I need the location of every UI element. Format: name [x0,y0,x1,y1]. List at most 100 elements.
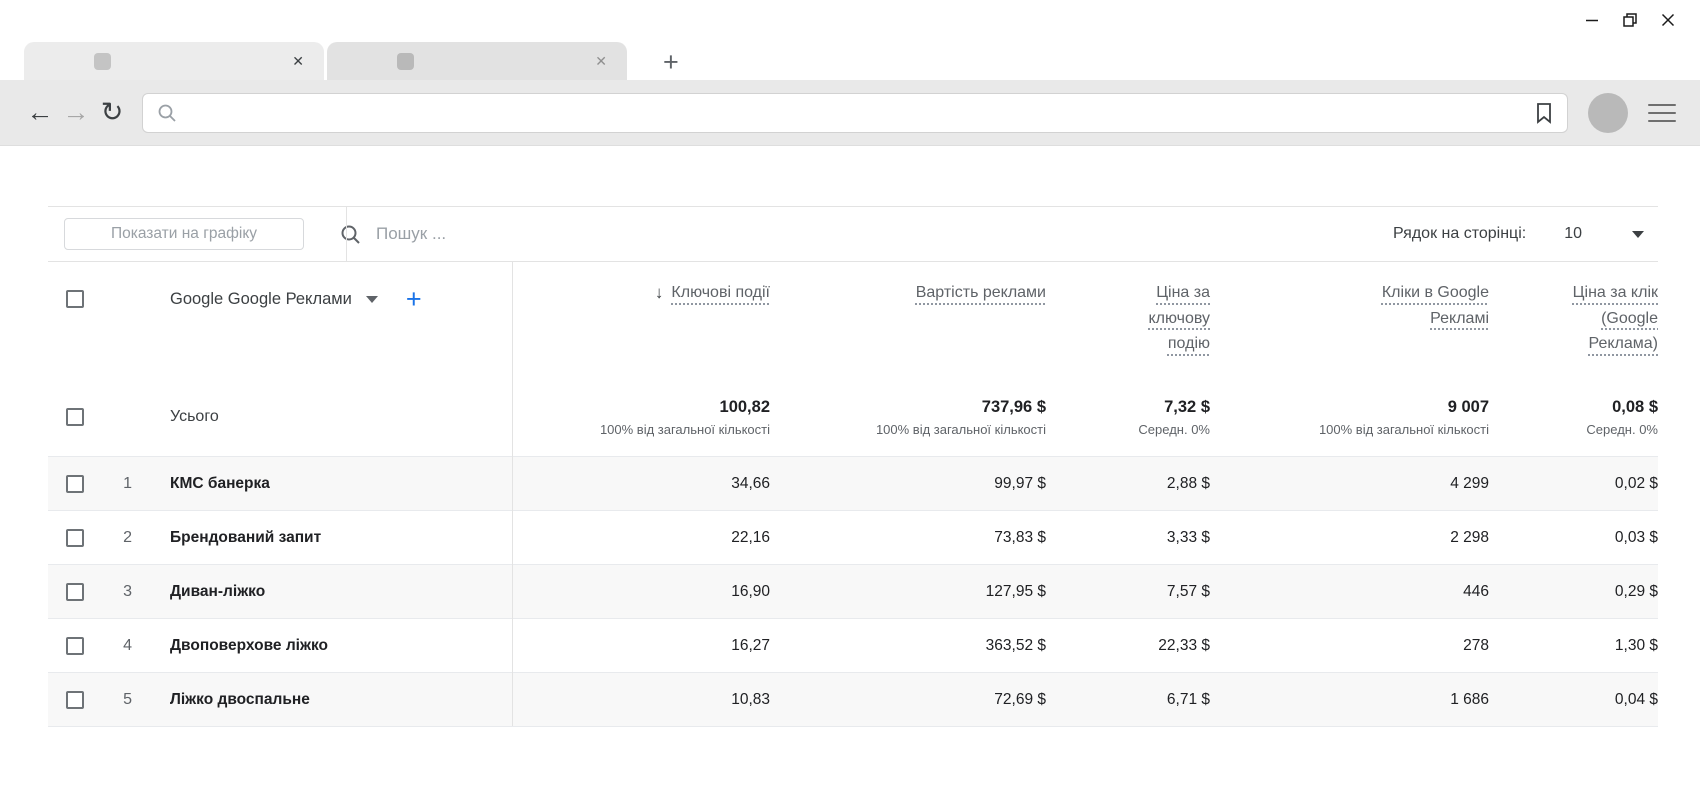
window-close-button[interactable] [1652,5,1684,35]
cell-key-events: 16,90 [512,583,770,601]
cell-cpc: 1,30 $ [1489,637,1658,655]
rows-per-page-label: Рядок на сторінці: [1393,225,1526,243]
bookmark-icon[interactable] [1535,102,1553,124]
row-index: 3 [92,583,138,601]
cell-ads-clicks: 278 [1210,637,1489,655]
tab-close-icon[interactable]: ✕ [292,54,304,68]
totals-row: Усього 100,82 100% від загальної кількос… [48,378,1658,456]
column-header-key-events[interactable]: Ключові події [671,280,770,306]
browser-window: ✕ ✕ + ← → ↻ Показати на графіку [0,0,1700,727]
table-controls: Показати на графіку Рядок на сторінці: 1… [48,206,1658,262]
cell-ad-cost: 127,95 $ [770,583,1046,601]
report-panel: Показати на графіку Рядок на сторінці: 1… [48,206,1658,727]
table-row: 4 Двоповерхове ліжко 16,27 363,52 $ 22,3… [48,618,1658,672]
totals-key-events-sub: 100% від загальної кількості [600,422,770,437]
cell-ad-cost: 72,69 $ [770,691,1046,709]
totals-key-events: 100,82 [720,398,770,417]
cell-cost-per-key-event: 22,33 $ [1046,637,1210,655]
window-restore-button[interactable] [1614,5,1646,35]
rows-per-page: Рядок на сторінці: 10 [1393,225,1644,243]
rows-per-page-caret-icon[interactable] [1632,231,1644,238]
browser-toolbar: ← → ↻ [0,80,1700,146]
row-index: 2 [92,529,138,547]
cell-key-events: 34,66 [512,475,770,493]
new-tab-button[interactable]: + [663,49,679,76]
row-checkbox[interactable] [66,637,84,655]
table-row: 1 КМС банерка 34,66 99,97 $ 2,88 $ 4 299… [48,456,1658,510]
totals-cpc-sub: Середн. 0% [1586,422,1658,437]
tab-favicon [397,53,414,70]
tab-favicon [94,53,111,70]
row-checkbox[interactable] [66,583,84,601]
totals-ads-clicks-sub: 100% від загальної кількості [1319,422,1489,437]
table-search [340,224,1393,245]
cell-key-events: 10,83 [512,691,770,709]
cell-cost-per-key-event: 3,33 $ [1046,529,1210,547]
totals-cost-per-key-event-sub: Середн. 0% [1138,422,1210,437]
browser-tab-1[interactable]: ✕ [24,42,324,80]
add-dimension-button[interactable]: + [406,286,422,313]
controls-divider [346,207,347,261]
report-table: Google Google Реклами + ↓ Ключові події … [48,262,1658,727]
cell-ad-cost: 363,52 $ [770,637,1046,655]
profile-avatar[interactable] [1588,93,1628,133]
dimension-header[interactable]: Google Google Реклами + [138,262,512,313]
cell-key-events: 16,27 [512,637,770,655]
row-name: Диван-ліжко [138,583,512,601]
restore-icon [1623,13,1637,27]
row-index: 1 [92,475,138,493]
window-controls [1576,0,1700,40]
sort-descending-icon[interactable]: ↓ [655,280,664,306]
close-icon [1661,13,1675,27]
reload-button[interactable]: ↻ [94,99,130,126]
address-input[interactable] [187,104,1535,122]
totals-checkbox[interactable] [66,408,84,426]
row-name: Двоповерхове ліжко [138,637,512,655]
browser-tab-2[interactable]: ✕ [327,42,627,80]
cell-ads-clicks: 446 [1210,583,1489,601]
cell-cpc: 0,29 $ [1489,583,1658,601]
dimension-caret-icon[interactable] [366,296,378,303]
row-name: Ліжко двоспальне [138,691,512,709]
cell-cpc: 0,02 $ [1489,475,1658,493]
totals-ads-clicks: 9 007 [1448,398,1489,417]
cell-ad-cost: 73,83 $ [770,529,1046,547]
cell-ad-cost: 99,97 $ [770,475,1046,493]
table-row: 2 Брендований запит 22,16 73,83 $ 3,33 $… [48,510,1658,564]
column-header-cost-per-key-event[interactable]: Ціна за ключову подію [1148,280,1210,357]
rows-per-page-value[interactable]: 10 [1564,225,1582,243]
cell-cpc: 0,04 $ [1489,691,1658,709]
window-minimize-button[interactable] [1576,5,1608,35]
search-icon [157,103,177,123]
column-header-ad-cost[interactable]: Вартість реклами [916,280,1046,306]
column-header-ads-clicks[interactable]: Кліки в Google Рекламі [1382,280,1489,331]
totals-cost-per-key-event: 7,32 $ [1164,398,1210,417]
tab-strip: ✕ ✕ + [0,40,1700,80]
back-button[interactable]: ← [22,99,58,126]
cell-ads-clicks: 4 299 [1210,475,1489,493]
totals-cpc: 0,08 $ [1612,398,1658,417]
row-name: Брендований запит [138,529,512,547]
dimension-header-label[interactable]: Google Google Реклами [170,290,352,309]
cell-cpc: 0,03 $ [1489,529,1658,547]
forward-button[interactable]: → [58,99,94,126]
table-header-row: Google Google Реклами + ↓ Ключові події … [48,262,1658,378]
row-checkbox[interactable] [66,691,84,709]
show-on-chart-button[interactable]: Показати на графіку [64,218,304,250]
row-checkbox[interactable] [66,529,84,547]
address-bar[interactable] [142,93,1568,133]
cell-key-events: 22,16 [512,529,770,547]
table-row: 3 Диван-ліжко 16,90 127,95 $ 7,57 $ 446 … [48,564,1658,618]
row-checkbox[interactable] [66,475,84,493]
column-divider [512,262,513,726]
tab-close-icon[interactable]: ✕ [595,54,607,68]
table-search-icon [340,224,361,245]
minimize-icon [1585,13,1599,27]
table-row: 5 Ліжко двоспальне 10,83 72,69 $ 6,71 $ … [48,672,1658,726]
menu-button[interactable] [1648,104,1676,122]
select-all-checkbox[interactable] [66,290,84,308]
table-search-input[interactable] [376,224,796,244]
column-header-cpc[interactable]: Ціна за клік (Google Реклама) [1573,280,1658,357]
row-name: КМС банерка [138,475,512,493]
cell-cost-per-key-event: 2,88 $ [1046,475,1210,493]
